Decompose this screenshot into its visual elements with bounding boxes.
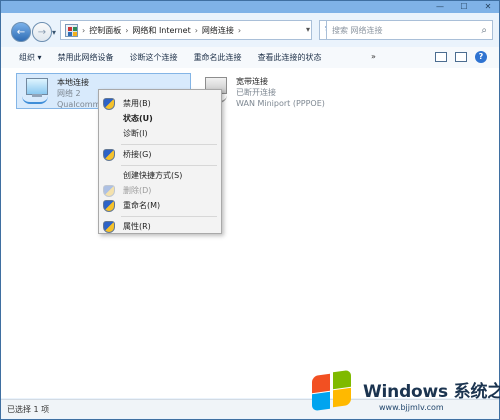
address-bar-area: ← → ▾ › 控制面板 › 网络和 Internet › 网络连接 › ▾ ↻… xyxy=(1,13,499,48)
command-toolbar: 组织 ▾ 禁用此网络设备 诊断这个连接 重命名此连接 查看此连接的状态 » ? xyxy=(1,47,499,69)
connections-list: 本地连接 网络 2 Qualcomm 宽带连接 已断开连接 WAN Minipo… xyxy=(1,68,499,398)
rename-connection-button[interactable]: 重命名此连接 xyxy=(186,52,250,63)
search-placeholder: 搜索 网络连接 xyxy=(332,25,383,35)
back-arrow-icon: ← xyxy=(16,26,26,38)
watermark-url: www.bjjmlv.com xyxy=(379,403,444,412)
address-dropdown-chevron-icon[interactable]: ▾ xyxy=(306,25,316,35)
network-adapter-icon xyxy=(22,78,52,104)
toolbar-icons: ? xyxy=(435,51,487,63)
view-options-icon[interactable] xyxy=(435,52,447,62)
connection-device: Qualcomm xyxy=(57,100,101,109)
menu-separator xyxy=(121,216,217,217)
menu-item-label: 诊断(I) xyxy=(123,129,148,138)
diagnose-connection-button[interactable]: 诊断这个连接 xyxy=(122,52,186,63)
connection-context-menu: 禁用(B) 状态(U) 诊断(I) 桥接(G) 创建快捷方式(S) 删除(D) … xyxy=(98,89,222,234)
shield-icon xyxy=(103,184,115,197)
control-panel-icon xyxy=(65,23,78,37)
menu-separator xyxy=(121,165,217,166)
menu-item-properties[interactable]: 属性(R) xyxy=(99,218,221,235)
menu-separator xyxy=(121,144,217,145)
search-icon: ⌕ xyxy=(481,24,487,36)
windows-logo-icon xyxy=(312,369,354,412)
menu-item-label: 属性(R) xyxy=(123,222,151,231)
close-button[interactable]: ✕ xyxy=(481,2,495,12)
help-icon[interactable]: ? xyxy=(475,51,487,63)
search-input[interactable]: 搜索 网络连接 ⌕ xyxy=(326,20,493,40)
connection-device: WAN Miniport (PPPOE) xyxy=(236,99,325,108)
maximize-button[interactable]: ☐ xyxy=(457,2,471,12)
back-button[interactable]: ← xyxy=(11,22,31,42)
broadband-connection-item[interactable]: 宽带连接 已断开连接 WAN Miniport (PPPOE) xyxy=(196,73,371,109)
recent-locations-chevron-icon[interactable]: ▾ xyxy=(52,28,56,37)
menu-item-label: 重命名(M) xyxy=(123,201,161,210)
preview-pane-icon[interactable] xyxy=(455,52,467,62)
title-bar: — ☐ ✕ xyxy=(1,1,499,13)
disable-device-button[interactable]: 禁用此网络设备 xyxy=(50,52,122,63)
connection-name: 本地连接 xyxy=(57,78,89,87)
menu-item-label: 创建快捷方式(S) xyxy=(123,171,183,180)
watermark-brand: Windows 系统之家 xyxy=(363,382,500,402)
more-commands-button[interactable]: » xyxy=(371,52,376,61)
menu-item-rename[interactable]: 重命名(M) xyxy=(99,197,221,214)
menu-item-bridge[interactable]: 桥接(G) xyxy=(99,146,221,163)
shield-icon xyxy=(103,97,115,110)
menu-item-label: 删除(D) xyxy=(123,186,152,195)
view-status-button[interactable]: 查看此连接的状态 xyxy=(250,52,330,63)
window-controls: — ☐ ✕ xyxy=(433,1,495,13)
connection-network: 网络 2 xyxy=(57,89,81,98)
crumb-network-internet[interactable]: 网络和 Internet xyxy=(132,25,190,36)
shield-icon xyxy=(103,199,115,212)
path-separator-icon: › xyxy=(82,25,86,35)
path-separator-icon: › xyxy=(237,25,242,35)
connection-name: 宽带连接 xyxy=(236,77,268,86)
forward-arrow-icon: → xyxy=(37,26,47,38)
path-separator-icon: › xyxy=(194,25,198,35)
menu-item-diagnose[interactable]: 诊断(I) xyxy=(99,125,221,142)
shield-icon xyxy=(103,148,115,161)
path-separator-icon: › xyxy=(125,25,129,35)
menu-item-label: 禁用(B) xyxy=(123,99,151,108)
connection-status: 已断开连接 xyxy=(236,88,276,97)
address-path[interactable]: › 控制面板 › 网络和 Internet › 网络连接 › xyxy=(60,20,312,40)
shield-icon xyxy=(103,220,115,233)
forward-button[interactable]: → xyxy=(32,22,52,42)
explorer-window: — ☐ ✕ ← → ▾ › 控制面板 › 网络和 Internet › 网络连接… xyxy=(0,0,500,420)
crumb-network-connections[interactable]: 网络连接 xyxy=(202,25,234,36)
organize-menu-button[interactable]: 组织 ▾ xyxy=(1,52,50,63)
menu-item-label: 状态(U) xyxy=(123,114,153,123)
crumb-control-panel[interactable]: 控制面板 xyxy=(89,25,121,36)
minimize-button[interactable]: — xyxy=(433,2,447,12)
selection-status: 已选择 1 项 xyxy=(7,405,50,414)
menu-item-label: 桥接(G) xyxy=(123,150,152,159)
